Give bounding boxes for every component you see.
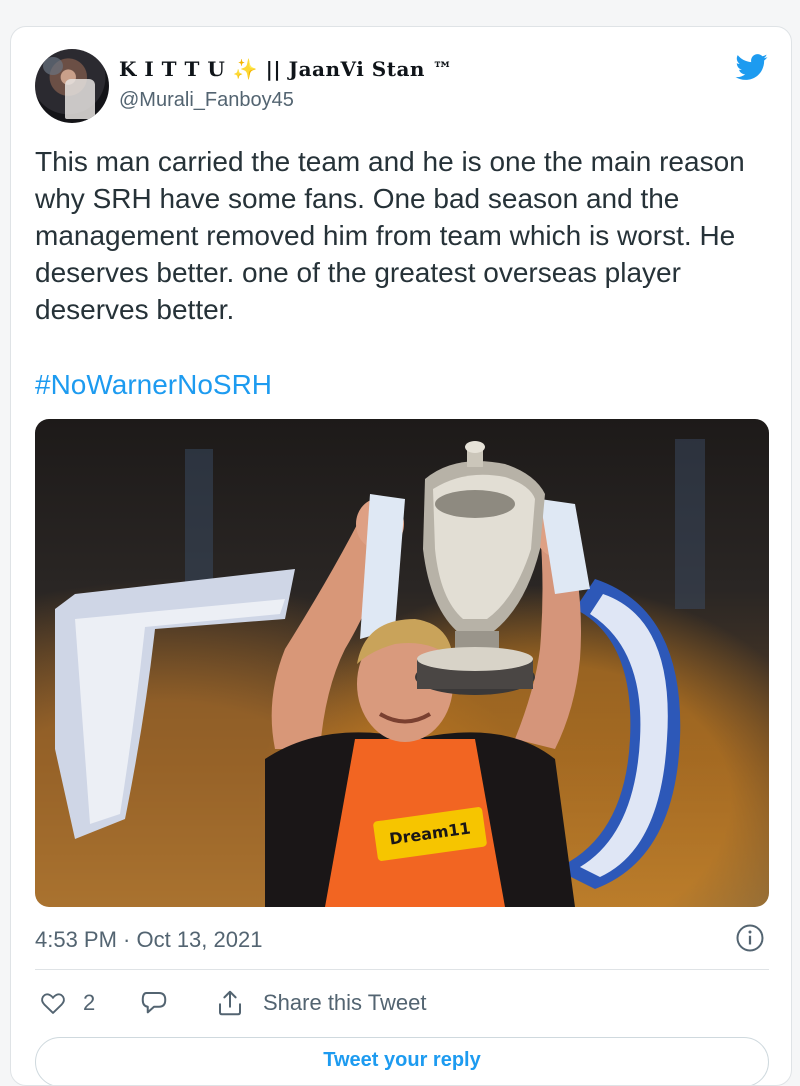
reply-button[interactable]	[139, 985, 169, 1021]
reply-icon	[141, 992, 167, 1014]
heart-icon	[41, 993, 65, 1014]
twitter-bird-icon[interactable]	[733, 51, 771, 83]
user-handle[interactable]: @Murali_Fanboy45	[119, 89, 294, 112]
divider	[35, 969, 769, 970]
tweet-photo[interactable]: Dream11	[35, 419, 769, 907]
photo-illustration: Dream11	[55, 439, 705, 907]
share-button[interactable]: Share this Tweet	[215, 985, 426, 1021]
info-icon[interactable]	[735, 923, 765, 953]
tweet-reply-button[interactable]: Tweet your reply	[35, 1037, 769, 1085]
tweet-card: K I T T U ✨ || JaanVi Stan ™ @Murali_Fan…	[10, 26, 792, 1086]
avatar[interactable]	[35, 49, 109, 123]
tweet-text: This man carried the team and he is one …	[35, 146, 745, 325]
tweet-timestamp[interactable]: 4:53 PM · Oct 13, 2021	[35, 927, 262, 953]
tweet-header: K I T T U ✨ || JaanVi Stan ™ @Murali_Fan…	[35, 49, 771, 123]
share-icon	[219, 990, 241, 1016]
like-count: 2	[83, 990, 96, 1015]
display-name[interactable]: K I T T U ✨ || JaanVi Stan ™	[119, 57, 453, 81]
tweet-actions: 2 Share this Tweet	[35, 985, 769, 1021]
share-label: Share this Tweet	[263, 990, 427, 1015]
like-button[interactable]: 2	[39, 985, 95, 1021]
hashtag-link[interactable]: #NoWarnerNoSRH	[35, 369, 272, 401]
